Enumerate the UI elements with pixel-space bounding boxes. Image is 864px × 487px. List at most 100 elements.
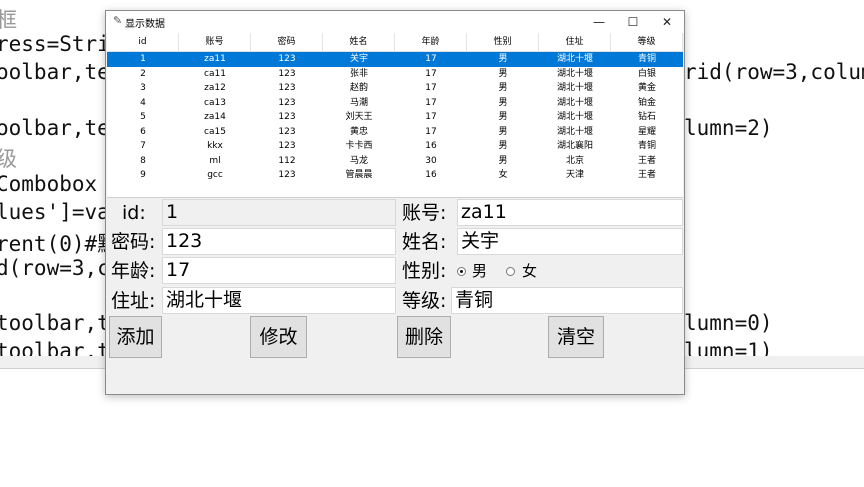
data-table[interactable]: id 账号 密码 姓名 年龄 性别 住址 等级 1 za11 123 关宇 17 男湖北十堰 青铜 2 ca1… xyxy=(107,33,683,198)
table-row[interactable]: 6 ca15 123 黄忠 17 男 湖北十堰 星耀 xyxy=(107,125,683,140)
table-cell: ca15 xyxy=(204,126,226,137)
address-field[interactable]: 湖北十堰 xyxy=(162,287,396,314)
level-combobox[interactable]: 青铜 xyxy=(451,287,683,314)
table-cell: 123 xyxy=(278,68,296,79)
table-cell: 黄忠 xyxy=(349,126,368,137)
table-cell: 天津 xyxy=(565,170,584,180)
modify-button[interactable]: 修改 xyxy=(250,316,307,358)
table-cell: 男 xyxy=(498,83,508,93)
table-cell: 123 xyxy=(278,83,296,93)
table-cell: 男 xyxy=(498,97,508,108)
clear-button[interactable]: 清空 xyxy=(548,316,604,358)
age-field[interactable]: 17 xyxy=(162,257,396,284)
column-header[interactable]: 年龄 xyxy=(395,33,467,51)
table-cell: 123 xyxy=(278,126,296,137)
table-cell: 17 xyxy=(425,112,437,122)
radio-male-label: 男 xyxy=(472,262,488,280)
title-bar[interactable]: ✎ 显示数据 — ☐ ✕ xyxy=(106,11,684,33)
table-cell: 16 xyxy=(425,141,437,151)
table-cell: 男 xyxy=(498,141,508,151)
table-cell: 管晨晨 xyxy=(345,170,373,180)
column-header[interactable]: id xyxy=(107,33,179,51)
column-header[interactable]: 性别 xyxy=(467,33,539,51)
table-cell: 4 xyxy=(140,97,146,108)
password-label: 密码: xyxy=(111,231,156,253)
column-header[interactable]: 账号 xyxy=(179,33,251,51)
column-header[interactable]: 等级 xyxy=(611,33,683,51)
table-row[interactable]: 9 gcc 123 管晨晨 16 女 天津 王者 xyxy=(107,168,683,183)
table-row-selected[interactable]: 1 za11 123 关宇 17 男 湖北十堰 青铜 xyxy=(107,52,683,67)
code-fragment: rid(row=3,colum xyxy=(684,60,864,84)
table-cell: 湖北十堰 xyxy=(556,112,593,122)
table-cell: gcc xyxy=(207,170,223,180)
minimize-button[interactable]: — xyxy=(582,11,616,33)
column-header[interactable]: 住址 xyxy=(539,33,611,51)
code-line: d(row=3,c xyxy=(0,256,110,280)
table-cell: 卡卡西 xyxy=(345,141,373,151)
address-label: 住址: xyxy=(111,290,156,312)
maximize-button[interactable]: ☐ xyxy=(616,11,650,33)
table-cell: 17 xyxy=(425,97,437,108)
radio-female-dot[interactable] xyxy=(506,267,515,276)
table-cell: 9 xyxy=(140,170,146,180)
table-cell: ml xyxy=(209,155,221,166)
code-line: rent(0)#默 xyxy=(0,232,119,256)
account-label: 账号: xyxy=(402,202,447,224)
code-line: oolbar,te xyxy=(0,116,110,140)
code-line: toolbar,t xyxy=(0,311,110,335)
table-cell: 张非 xyxy=(349,68,368,79)
window-title: 显示数据 xyxy=(125,19,165,30)
name-label: 姓名: xyxy=(402,231,447,253)
code-line: Combobox xyxy=(0,172,98,196)
table-cell: 男 xyxy=(498,68,508,79)
table-cell: 17 xyxy=(425,54,437,64)
gender-label: 性别: xyxy=(402,260,447,282)
table-cell: 男 xyxy=(498,54,508,64)
table-row[interactable]: 2 ca11 123 张非 17 男 湖北十堰 白银 xyxy=(107,67,683,82)
column-header[interactable]: 姓名 xyxy=(323,33,395,51)
table-cell: 女 xyxy=(498,170,508,180)
table-cell: 6 xyxy=(140,126,146,137)
table-cell: 王者 xyxy=(637,155,656,166)
table-cell: kkx xyxy=(207,141,223,151)
table-cell: 123 xyxy=(278,141,296,151)
table-cell: 1 xyxy=(140,54,146,64)
table-cell: 湖北襄阳 xyxy=(556,141,593,151)
code-line: lues']=va xyxy=(0,200,110,224)
name-field[interactable]: 关宇 xyxy=(457,228,683,255)
table-cell: 30 xyxy=(425,155,437,166)
add-button[interactable]: 添加 xyxy=(109,316,162,358)
table-header: id 账号 密码 姓名 年龄 性别 住址 等级 xyxy=(107,33,683,52)
close-button[interactable]: ✕ xyxy=(650,11,684,33)
table-cell: 3 xyxy=(140,83,146,93)
table-row[interactable]: 8 ml 112 马龙 30 男 北京 王者 xyxy=(107,154,683,169)
delete-button[interactable]: 删除 xyxy=(397,316,451,358)
table-row[interactable]: 5 za14 123 刘天王 17 男 湖北十堰 钻石 xyxy=(107,110,683,125)
table-cell: ca11 xyxy=(204,68,226,79)
code-fragment: lumn=2) xyxy=(684,116,773,140)
password-field[interactable]: 123 xyxy=(162,228,396,255)
code-line: 级 xyxy=(0,147,17,171)
level-label: 等级: xyxy=(402,290,447,312)
table-cell: 男 xyxy=(498,126,508,137)
table-cell: 湖北十堰 xyxy=(556,83,593,93)
table-cell: 123 xyxy=(278,54,296,64)
table-row[interactable]: 7 kkx 123 卡卡西 16 男 湖北襄阳 青铜 xyxy=(107,139,683,154)
code-line: 框 xyxy=(0,8,17,32)
table-row[interactable]: 3 za12 123 赵韵 17 男 湖北十堰 黄金 xyxy=(107,81,683,96)
table-cell: 2 xyxy=(140,68,146,79)
id-field[interactable]: 1 xyxy=(162,199,396,226)
code-line: oolbar,te xyxy=(0,60,110,84)
table-cell: 男 xyxy=(498,155,508,166)
radio-male-dot[interactable] xyxy=(457,267,466,276)
age-label: 年龄: xyxy=(111,260,156,282)
table-cell: 123 xyxy=(278,112,296,122)
table-cell: 星耀 xyxy=(637,126,656,137)
table-cell: za11 xyxy=(204,54,226,64)
account-field[interactable]: za11 xyxy=(457,199,683,226)
column-header[interactable]: 密码 xyxy=(251,33,323,51)
table-row[interactable]: 4 ca13 123 马潮 17 男 湖北十堰 铂金 xyxy=(107,96,683,111)
code-fragment: lumn=0) xyxy=(684,311,773,335)
table-cell: 青铜 xyxy=(637,141,656,151)
table-cell: 湖北十堰 xyxy=(556,68,593,79)
